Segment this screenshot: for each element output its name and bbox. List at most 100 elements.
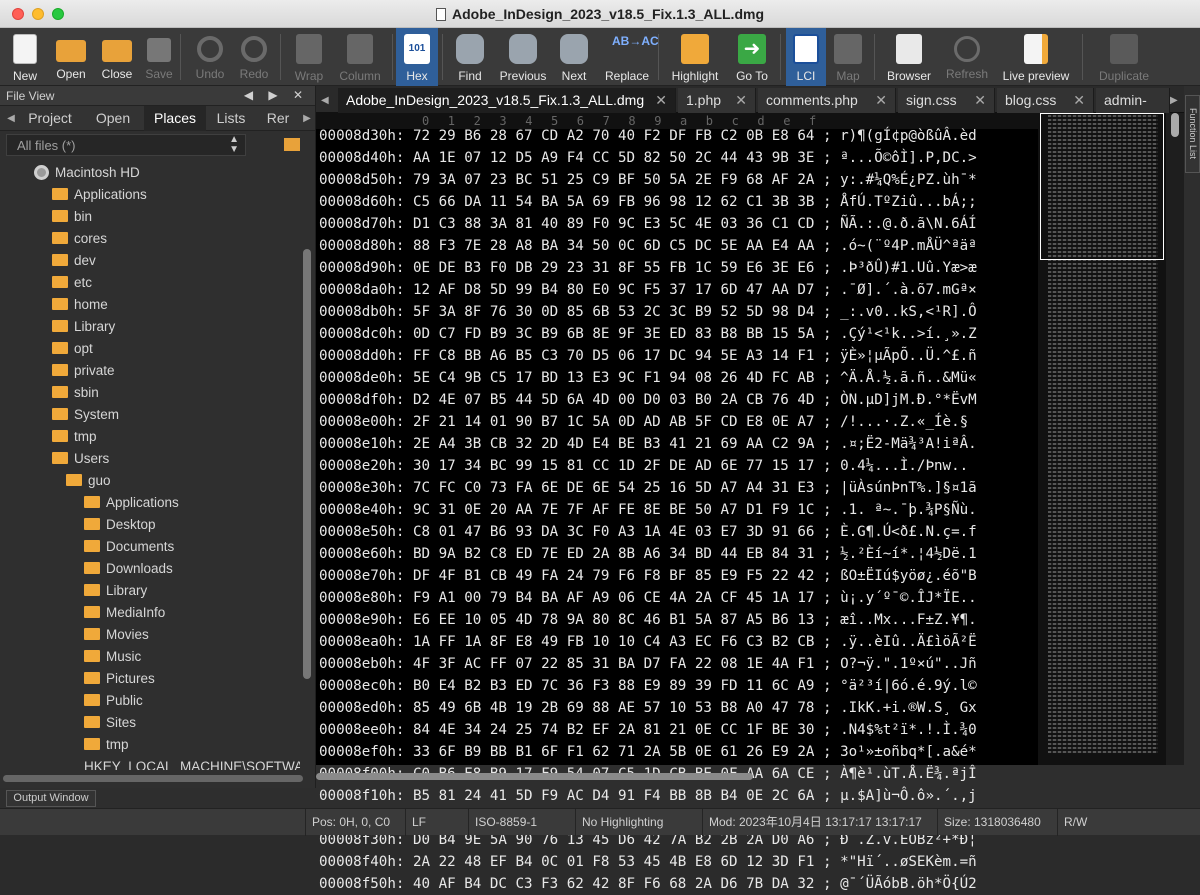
tree-item[interactable]: Movies bbox=[84, 624, 149, 646]
hex-bytes[interactable]: AA 1E 07 12 D5 A9 F4 CC 5D 82 50 2C 44 4… bbox=[413, 150, 814, 166]
close-tab-icon[interactable]: ✕ bbox=[875, 88, 887, 113]
hex-bytes[interactable]: D2 4E 07 B5 44 5D 6A 4D 00 D0 03 B0 2A C… bbox=[413, 392, 814, 408]
close-tab-icon[interactable]: ✕ bbox=[655, 88, 667, 113]
tree-item[interactable]: MediaInfo bbox=[84, 602, 165, 624]
hex-button[interactable]: 101 Hex bbox=[396, 28, 438, 86]
new-button[interactable]: New bbox=[2, 28, 48, 86]
hex-ascii[interactable]: @¯´ÜÃóbB.öh*Ö{Ú2 bbox=[840, 876, 977, 892]
hex-row[interactable]: 00008d40h: AA 1E 07 12 D5 A9 F4 CC 5D 82… bbox=[319, 147, 977, 169]
hex-row[interactable]: 00008e30h: 7C FC C0 73 FA 6E DE 6E 54 25… bbox=[319, 477, 977, 499]
close-tab-icon[interactable]: ✕ bbox=[735, 88, 747, 113]
hex-row[interactable]: 00008eb0h: 4F 3F AC FF 07 22 85 31 BA D7… bbox=[319, 653, 977, 675]
hex-bytes[interactable]: C5 66 DA 11 54 BA 5A 69 FB 96 98 12 62 C… bbox=[413, 194, 814, 210]
hex-row[interactable]: 00008f50h: 40 AF B4 DC C3 F3 62 42 8F F6… bbox=[319, 873, 977, 895]
hex-row[interactable]: 00008d50h: 79 3A 07 23 BC 51 25 C9 BF 50… bbox=[319, 169, 977, 191]
tab-rer[interactable]: Rer bbox=[258, 106, 298, 131]
hex-bytes[interactable]: F9 A1 00 79 B4 BA AF A9 06 CE 4A 2A CF 4… bbox=[413, 590, 814, 606]
hex-bytes[interactable]: 0D C7 FD B9 3C B9 6B 8E 9F 3E ED 83 B8 B… bbox=[413, 326, 814, 342]
tabs-scroll-left-icon[interactable]: ◀ bbox=[2, 106, 20, 131]
refresh-button[interactable]: Refresh bbox=[940, 28, 994, 86]
tree-item[interactable]: Sites bbox=[84, 712, 136, 734]
hex-row[interactable]: 00008de0h: 5E C4 9B C5 17 BD 13 E3 9C F1… bbox=[319, 367, 977, 389]
tree-item[interactable]: Desktop bbox=[84, 514, 156, 536]
status-encoding[interactable]: ISO-8859-1 bbox=[468, 809, 575, 836]
replace-button[interactable]: AB→AC Replace bbox=[600, 28, 659, 86]
hex-row[interactable]: 00008e10h: 2E A4 3B CB 32 2D 4D E4 BE B3… bbox=[319, 433, 977, 455]
hex-ascii[interactable]: *"Hï´..øSEKèm.=ñ bbox=[840, 854, 977, 870]
hex-row[interactable]: 00008e50h: C8 01 47 B6 93 DA 3C F0 A3 1A… bbox=[319, 521, 977, 543]
file-view-controls[interactable]: ◀ ▶ ✕ bbox=[244, 88, 309, 102]
editor-tab[interactable]: sign.css ✕ bbox=[898, 88, 995, 113]
hex-row[interactable]: 00008e00h: 2F 21 14 01 90 B7 1C 5A 0D AD… bbox=[319, 411, 968, 433]
close-tab-icon[interactable]: ✕ bbox=[1073, 88, 1085, 113]
tree-item[interactable]: tmp bbox=[84, 734, 129, 756]
hex-row[interactable]: 00008e70h: DF 4F B1 CB 49 FA 24 79 F6 F8… bbox=[319, 565, 977, 587]
hex-ascii[interactable]: O?¬ÿ.".1º×ú"..Jñ bbox=[840, 656, 977, 672]
hex-editor[interactable]: 0123456789abcdef 00008d30h: 72 29 B6 28 … bbox=[316, 113, 1038, 892]
editor-tab[interactable]: comments.php ✕ bbox=[758, 88, 896, 113]
tab-places[interactable]: Places bbox=[144, 106, 206, 131]
hex-ascii[interactable]: y:.#¼Q%É¿PZ.ùh¯* bbox=[840, 172, 977, 188]
hex-ascii[interactable]: .Çý¹<¹k..>í.¸».Z bbox=[840, 326, 977, 342]
tree-item[interactable]: guo bbox=[66, 470, 111, 492]
tree-item[interactable]: private bbox=[52, 360, 115, 382]
scrollbar-thumb[interactable] bbox=[1171, 113, 1179, 137]
hex-bytes[interactable]: 2E A4 3B CB 32 2D 4D E4 BE B3 41 21 69 A… bbox=[413, 436, 814, 452]
hex-ascii[interactable]: .¤;Ë2-Mä¾³A!iªÂ. bbox=[840, 436, 977, 452]
hex-ascii[interactable]: .ÿ..èIû..Ä£ìöÃ²Ë bbox=[840, 634, 977, 650]
tree-item[interactable]: Library bbox=[84, 580, 147, 602]
editor-tab[interactable]: 1.php ✕ bbox=[678, 88, 756, 113]
hex-ascii[interactable]: °ä²³í|6ó.é.9ý.l© bbox=[840, 678, 977, 694]
hex-ascii[interactable]: .ó~(¨º4P.mÅÜ^ªäª bbox=[840, 238, 977, 254]
editor-tabs-right-icon[interactable]: ▶ bbox=[1170, 88, 1178, 113]
tree-vertical-scrollbar[interactable] bbox=[303, 249, 311, 679]
hex-ascii[interactable]: ÑÃ.:.@.ð.ã\N.6ÁÍ bbox=[840, 216, 977, 232]
tree-item[interactable]: opt bbox=[52, 338, 93, 360]
live-preview-button[interactable]: Live preview bbox=[998, 28, 1074, 86]
hex-row[interactable]: 00008da0h: 12 AF D8 5D 99 B4 80 E0 9C F5… bbox=[319, 279, 977, 301]
status-line-ending[interactable]: LF bbox=[405, 809, 468, 836]
hex-row[interactable]: 00008e80h: F9 A1 00 79 B4 BA AF A9 06 CE… bbox=[319, 587, 977, 609]
browse-folder-icon[interactable] bbox=[284, 138, 300, 151]
hex-ascii[interactable]: ^Ä.Å.½.ã.ñ..&Mü« bbox=[840, 370, 977, 386]
hex-row[interactable]: 00008df0h: D2 4E 07 B5 44 5D 6A 4D 00 D0… bbox=[319, 389, 977, 411]
tree-item[interactable]: Public bbox=[84, 690, 143, 712]
hex-row[interactable]: 00008ea0h: 1A FF 1A 8F E8 49 FB 10 10 C4… bbox=[319, 631, 977, 653]
hex-bytes[interactable]: 4F 3F AC FF 07 22 85 31 BA D7 FA 22 08 1… bbox=[413, 656, 814, 672]
hex-bytes[interactable]: 5E C4 9B C5 17 BD 13 E3 9C F1 94 08 26 4… bbox=[413, 370, 814, 386]
hex-row[interactable]: 00008f10h: B5 81 24 41 5D F9 AC D4 91 F4… bbox=[319, 785, 977, 807]
hex-ascii[interactable]: .1. ª~.¯þ.¾P§Ñù. bbox=[840, 502, 977, 518]
hex-bytes[interactable]: C8 01 47 B6 93 DA 3C F0 A3 1A 4E 03 E7 3… bbox=[413, 524, 814, 540]
tree-item[interactable]: home bbox=[52, 294, 108, 316]
save-button[interactable]: Save bbox=[138, 28, 180, 86]
hex-ascii[interactable]: 3o¹»±oñbq*[.a&é* bbox=[840, 744, 977, 760]
tree-item[interactable]: sbin bbox=[52, 382, 99, 404]
hex-row[interactable]: 00008ed0h: 85 49 6B 4B 19 2B 69 88 AE 57… bbox=[319, 697, 977, 719]
column-button[interactable]: Column bbox=[332, 28, 388, 86]
hex-ascii[interactable]: r)¶(gÍ¢p@òßûÂ.èd bbox=[840, 128, 977, 144]
function-list-tab[interactable]: Function List bbox=[1185, 95, 1200, 173]
editor-tab[interactable]: admin-zh_ bbox=[1096, 88, 1170, 133]
hex-row[interactable]: 00008e90h: E6 EE 10 05 4D 78 9A 80 8C 46… bbox=[319, 609, 977, 631]
browser-button[interactable]: Browser bbox=[880, 28, 938, 86]
hex-row[interactable]: 00008d30h: 72 29 B6 28 67 CD A2 70 40 F2… bbox=[319, 125, 977, 147]
hex-bytes[interactable]: 7C FC C0 73 FA 6E DE 6E 54 25 16 5D A7 A… bbox=[413, 480, 814, 496]
tree-item[interactable]: bin bbox=[52, 206, 92, 228]
hex-row[interactable]: 00008e40h: 9C 31 0E 20 AA 7E 7F AF FE 8E… bbox=[319, 499, 977, 521]
tree-item[interactable]: dev bbox=[52, 250, 96, 272]
tab-project[interactable]: Project bbox=[20, 106, 80, 131]
hex-bytes[interactable]: 2A 22 48 EF B4 0C 01 F8 53 45 4B E8 6D 1… bbox=[413, 854, 814, 870]
close-tab-icon[interactable]: ✕ bbox=[974, 88, 986, 113]
hex-row[interactable]: 00008ee0h: 84 4E 34 24 25 74 B2 EF 2A 81… bbox=[319, 719, 977, 741]
hex-ascii[interactable]: È.G¶.Ú<ð£.N.ç=.f bbox=[840, 524, 977, 540]
hex-bytes[interactable]: 5F 3A 8F 76 30 0D 85 6B 53 2C 3C B9 52 5… bbox=[413, 304, 814, 320]
hex-bytes[interactable]: 33 6F B9 BB B1 6F F1 62 71 2A 5B 0E 61 2… bbox=[413, 744, 814, 760]
minimap-viewport[interactable] bbox=[1040, 113, 1164, 260]
tree-item[interactable]: Applications bbox=[52, 184, 147, 206]
hex-ascii[interactable]: .N4$%t²ï*.!.Ì.¾0 bbox=[840, 722, 977, 738]
status-read-write[interactable]: R/W bbox=[1057, 809, 1117, 836]
hex-ascii[interactable]: .Þ³ðÛ)#1.Uû.Yæ>æ bbox=[840, 260, 977, 276]
hex-bytes[interactable]: 2F 21 14 01 90 B7 1C 5A 0D AD AB 5F CD E… bbox=[413, 414, 814, 430]
hex-ascii[interactable]: À¶è¹.ùT.Å.Ë¾.ªjÎ bbox=[840, 766, 977, 782]
hex-ascii[interactable]: ù¡.y´º¯©.ÎJ*ÏE.. bbox=[840, 590, 977, 606]
